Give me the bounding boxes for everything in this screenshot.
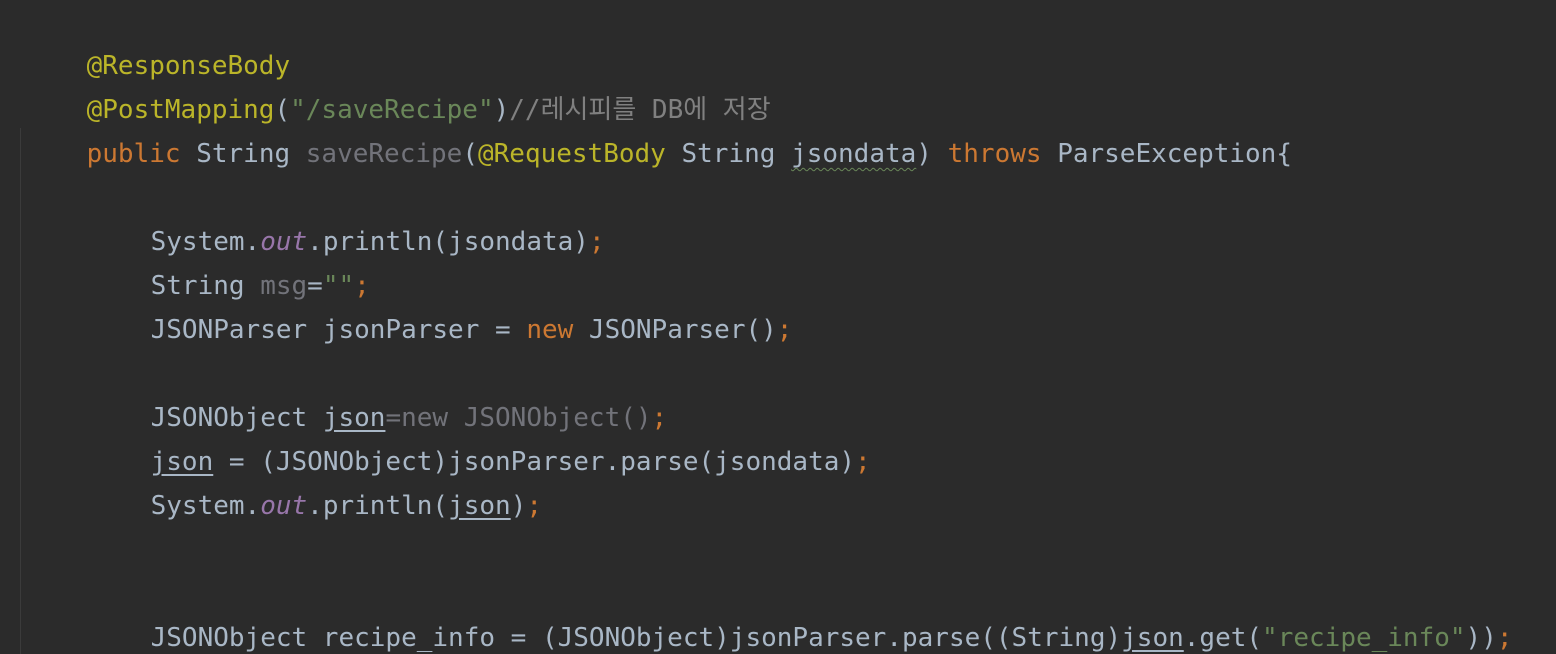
keyword-new: new bbox=[526, 315, 574, 345]
get-call: .get( bbox=[1183, 623, 1263, 653]
indent-guide bbox=[20, 128, 21, 654]
code-line-2[interactable]: @PostMapping("/saveRecipe")//레시피를 DB에 저장 bbox=[24, 44, 771, 125]
recipe-info-decl: JSONObject recipe_info = (JSONObject)jso… bbox=[150, 623, 1122, 653]
static-field-out: out bbox=[260, 491, 308, 521]
keyword-throws: throws bbox=[947, 139, 1042, 169]
return-type: String bbox=[196, 139, 291, 169]
semicolon: ; bbox=[776, 315, 793, 345]
close-paren: ) bbox=[916, 139, 932, 169]
semicolon: ; bbox=[588, 227, 605, 257]
var-json: json bbox=[448, 491, 511, 521]
exception-type: ParseException{ bbox=[1057, 139, 1292, 169]
var-json: json bbox=[1121, 623, 1184, 653]
semicolon: ; bbox=[526, 491, 542, 521]
code-editor[interactable]: @ResponseBody @PostMapping("/saveRecipe"… bbox=[0, 0, 1556, 654]
println-open: .println( bbox=[307, 491, 449, 521]
close-parens: )) bbox=[1465, 623, 1497, 653]
semicolon: ; bbox=[1496, 623, 1513, 653]
method-name: saveRecipe bbox=[305, 139, 463, 169]
open-paren: ( bbox=[462, 139, 478, 169]
keyword-public: public bbox=[86, 139, 181, 169]
json-parser-decl: JSONParser jsonParser = bbox=[150, 315, 527, 345]
code-line-6[interactable]: String msg=""; bbox=[88, 220, 370, 301]
code-line-1[interactable]: @ResponseBody bbox=[24, 0, 291, 81]
code-line-5[interactable]: System.out.println(jsondata); bbox=[88, 176, 605, 257]
code-line-7[interactable]: JSONParser jsonParser = new JSONParser()… bbox=[88, 264, 793, 345]
code-line-3[interactable]: public String saveRecipe(@RequestBody St… bbox=[24, 88, 1292, 169]
system-class: System. bbox=[150, 491, 261, 521]
semicolon: ; bbox=[855, 447, 871, 477]
code-line-9[interactable]: JSONObject json=new JSONObject(); bbox=[88, 352, 668, 433]
code-line-14[interactable]: JSONObject recipe_info = (JSONObject)jso… bbox=[88, 572, 1513, 653]
code-line-11[interactable]: System.out.println(json); bbox=[88, 440, 542, 521]
json-parser-ctor: JSONParser() bbox=[573, 315, 777, 345]
param-jsondata: jsondata bbox=[791, 139, 917, 169]
param-type: String bbox=[681, 139, 776, 169]
code-line-10[interactable]: json = (JSONObject)jsonParser.parse(json… bbox=[88, 396, 871, 477]
annotation-request-body: @RequestBody bbox=[477, 139, 666, 169]
recipe-info-key: "recipe_info" bbox=[1262, 623, 1466, 653]
println-close: ) bbox=[510, 491, 527, 521]
